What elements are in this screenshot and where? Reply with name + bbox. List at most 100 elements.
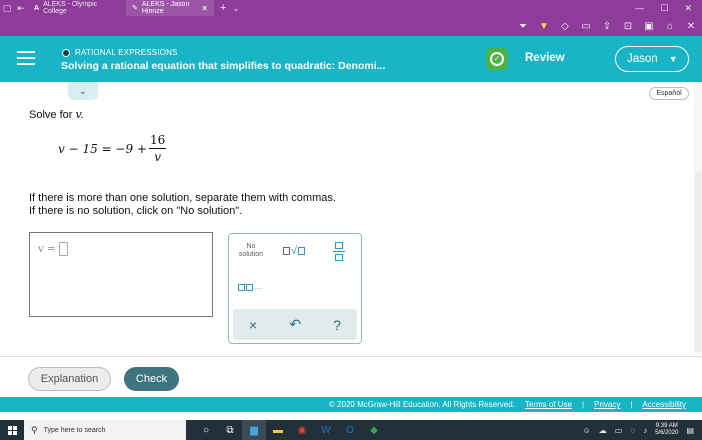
close-window-icon[interactable]: ✕ bbox=[684, 3, 692, 14]
review-icon[interactable]: ✓ bbox=[486, 48, 508, 70]
browser-toolbar: ⏷ ▼ ◇ ▭ ⇪ ⊡ ▣ ⌂ ✕ bbox=[0, 16, 702, 36]
list-box-icon bbox=[238, 284, 245, 291]
scrollbar-thumb[interactable] bbox=[695, 172, 701, 352]
check-button[interactable]: Check bbox=[124, 367, 179, 391]
browser-tab-bar: ▢ ⇤ A ALEKS - Olympic College ✎ ALEKS - … bbox=[0, 0, 702, 16]
radical-icon: √ bbox=[291, 245, 298, 257]
equation-lhs: v − 15 = −9 + bbox=[58, 141, 147, 156]
language-toggle-button[interactable]: Español bbox=[649, 87, 689, 100]
tab-actions-icon[interactable]: ▢ bbox=[0, 3, 14, 14]
tab-label: ALEKS - Olympic College bbox=[43, 1, 98, 15]
aleks-a-icon: A bbox=[34, 4, 40, 12]
topic-dot-icon bbox=[62, 48, 70, 57]
lesson-title: Solving a rational equation that simplif… bbox=[61, 60, 386, 72]
file-explorer-icon[interactable]: ▬ bbox=[266, 420, 290, 440]
browser-tab-olympic[interactable]: A ALEKS - Olympic College bbox=[28, 0, 126, 16]
equation-fraction: 16 v bbox=[148, 133, 167, 164]
numerator-box-icon bbox=[335, 242, 343, 249]
answer-box[interactable]: v = bbox=[29, 232, 213, 317]
back-tabs-icon[interactable]: ⇤ bbox=[14, 3, 28, 14]
filter-icon[interactable]: ⏷ bbox=[518, 21, 528, 32]
accessibility-link[interactable]: Accessibility bbox=[642, 400, 686, 409]
edge-icon[interactable]: ▆ bbox=[242, 420, 266, 440]
answer-input[interactable] bbox=[59, 242, 69, 256]
privacy-link[interactable]: Privacy bbox=[594, 400, 620, 409]
clear-button[interactable]: × bbox=[249, 317, 257, 333]
chrome-icon[interactable]: ◉ bbox=[290, 420, 314, 440]
footer-separator: | bbox=[582, 400, 585, 409]
comma-list-button[interactable]: ,... bbox=[238, 284, 262, 291]
equation: v − 15 = −9 + 16 v bbox=[58, 133, 167, 164]
close-tab-icon[interactable]: ✕ bbox=[201, 4, 208, 13]
windows-taskbar: ⚲ Type here to search ○ ⧉ ▆ ▬ ◉ W O ◆ ☺ … bbox=[0, 420, 702, 440]
outlook-icon[interactable]: O bbox=[338, 420, 362, 440]
taskbar-clock[interactable]: 9:39 AM 5/6/2020 bbox=[655, 423, 678, 437]
prompt-variable: v. bbox=[75, 108, 84, 121]
collections-icon[interactable]: ▣ bbox=[644, 21, 654, 32]
favorite-icon[interactable]: ▼ bbox=[539, 21, 549, 32]
answer-row: v = bbox=[38, 242, 69, 256]
fraction-numerator: 16 bbox=[148, 133, 167, 149]
share-icon[interactable]: ⇪ bbox=[602, 21, 612, 32]
draw-icon[interactable]: ◇ bbox=[560, 21, 570, 32]
undo-button[interactable]: ↶ bbox=[289, 316, 301, 333]
chevron-down-icon: ▼ bbox=[668, 54, 678, 64]
square-root-button[interactable]: √ bbox=[283, 245, 306, 257]
footer-separator: | bbox=[630, 400, 633, 409]
clock-time: 9:39 AM bbox=[655, 423, 678, 429]
user-name: Jason bbox=[627, 53, 658, 65]
help-button[interactable]: ? bbox=[333, 317, 341, 333]
coefficient-box-icon bbox=[283, 247, 290, 255]
no-solution-button[interactable]: No solution bbox=[236, 243, 266, 259]
window-controls: — ☐ ✕ bbox=[635, 3, 702, 14]
fraction-button[interactable] bbox=[333, 242, 345, 261]
extensions-icon[interactable]: ⊡ bbox=[623, 21, 633, 32]
taskbar-search[interactable]: ⚲ Type here to search bbox=[24, 420, 186, 440]
action-bar: Explanation Check bbox=[0, 356, 702, 396]
maximize-icon[interactable]: ☐ bbox=[660, 3, 668, 14]
profile-icon[interactable]: ⌂ bbox=[665, 21, 675, 32]
volume-icon[interactable]: ♪ bbox=[643, 426, 647, 435]
fraction-bar-icon bbox=[333, 251, 345, 252]
terms-link[interactable]: Terms of Use bbox=[525, 400, 572, 409]
onedrive-icon[interactable]: ☁ bbox=[599, 426, 607, 435]
minimize-icon[interactable]: — bbox=[635, 3, 644, 14]
copyright-text: © 2020 McGraw-Hill Education. All Rights… bbox=[328, 400, 515, 409]
explanation-button[interactable]: Explanation bbox=[28, 367, 111, 391]
tab-label: ALEKS - Jason Hinnze bbox=[141, 1, 190, 15]
notes-icon[interactable]: ▭ bbox=[581, 21, 591, 32]
ellipsis-icon: ,... bbox=[254, 284, 262, 291]
chevron-down-icon[interactable]: ⌄ bbox=[232, 4, 239, 13]
notifications-icon[interactable]: ▤ bbox=[686, 426, 694, 435]
user-menu-button[interactable]: Jason ▼ bbox=[615, 46, 689, 72]
windows-start-icon[interactable] bbox=[0, 425, 24, 435]
instruction-line-1: If there is more than one solution, sepa… bbox=[29, 192, 336, 204]
chevron-down-icon: ⌄ bbox=[78, 85, 88, 97]
system-tray: ☺ ☁ ▭ ◌ ♪ 9:39 AM 5/6/2020 ▤ bbox=[583, 423, 702, 437]
pen-icon: ✎ bbox=[132, 5, 138, 12]
taskbar-apps: ○ ⧉ ▆ ▬ ◉ W O ◆ bbox=[194, 420, 386, 440]
task-view-icon[interactable]: ⧉ bbox=[218, 420, 242, 440]
topic-line: RATIONAL EXPRESSIONS bbox=[62, 48, 178, 57]
problem-prompt: Solve for v. bbox=[29, 108, 84, 121]
browser-tab-aleks[interactable]: ✎ ALEKS - Jason Hinnze ✕ bbox=[126, 0, 214, 16]
list-box-icon bbox=[246, 284, 253, 291]
person-icon[interactable]: ☺ bbox=[583, 426, 591, 435]
review-link[interactable]: Review bbox=[525, 52, 565, 64]
radicand-box-icon bbox=[298, 247, 306, 255]
collapse-header-button[interactable]: ⌄ bbox=[68, 82, 98, 100]
page-scrollbar[interactable] bbox=[694, 82, 702, 354]
cortana-icon[interactable]: ○ bbox=[194, 420, 218, 440]
menu-icon[interactable] bbox=[17, 51, 35, 65]
denominator-box-icon bbox=[335, 254, 343, 261]
topic-label: RATIONAL EXPRESSIONS bbox=[75, 48, 178, 57]
fraction-denominator: v bbox=[154, 150, 162, 164]
word-icon[interactable]: W bbox=[314, 420, 338, 440]
math-keypad: No solution √ ,... × ↶ ? bbox=[228, 233, 362, 344]
app-shield-icon[interactable]: ◆ bbox=[362, 420, 386, 440]
instruction-line-2: If there is no solution, click on "No so… bbox=[29, 205, 243, 217]
new-tab-button[interactable]: + bbox=[220, 2, 226, 14]
close-icon[interactable]: ✕ bbox=[686, 21, 696, 32]
battery-icon[interactable]: ▭ bbox=[615, 426, 623, 435]
network-icon[interactable]: ◌ bbox=[630, 426, 635, 435]
